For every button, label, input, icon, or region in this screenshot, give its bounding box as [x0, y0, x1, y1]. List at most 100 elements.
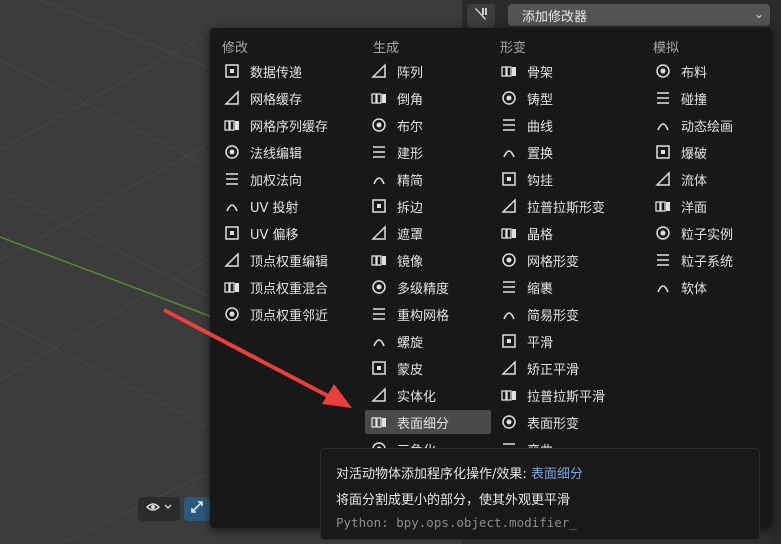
menu-item-screw[interactable]: 螺旋	[365, 329, 491, 353]
menu-item-uv-project[interactable]: UV 投射	[218, 194, 344, 218]
multires-icon	[369, 278, 389, 296]
menu-item-label: 晶格	[527, 227, 554, 243]
menu-item-normal-edit[interactable]: 法线编辑	[218, 140, 344, 164]
add-modifier-dropdown[interactable]: 添加修改器 ⌄	[508, 4, 770, 26]
column-title-deform: 形变	[500, 41, 527, 56]
menu-item-solidify[interactable]: 实体化	[365, 383, 491, 407]
corrective-smooth-icon	[499, 359, 519, 377]
menu-item-label: 加权法向	[250, 173, 303, 189]
data-transfer-icon	[222, 62, 242, 80]
menu-item-shrinkwrap[interactable]: 缩裹	[495, 275, 621, 299]
displace-icon	[499, 143, 519, 161]
vertex-weight-edit-icon	[222, 251, 242, 269]
gizmo-icon	[189, 499, 205, 519]
menu-item-particle-system[interactable]: 粒子系统	[649, 248, 775, 272]
menu-item-label: 建形	[397, 146, 424, 162]
menu-item-label: 粒子实例	[681, 227, 734, 243]
ocean-icon	[653, 197, 673, 215]
menu-item-label: 螺旋	[397, 335, 424, 351]
menu-item-smooth[interactable]: 平滑	[495, 329, 621, 353]
menu-item-edge-split[interactable]: 拆边	[365, 194, 491, 218]
menu-item-fluid[interactable]: 流体	[649, 167, 775, 191]
menu-item-label: 洋面	[681, 200, 708, 216]
menu-item-label: 顶点权重邻近	[250, 308, 329, 324]
menu-item-cloth[interactable]: 布料	[649, 59, 775, 83]
vertex-weight-proximity-icon	[222, 305, 242, 323]
menu-item-displace[interactable]: 置换	[495, 140, 621, 164]
build-icon	[369, 143, 389, 161]
tooltip: 对活动物体添加程序化操作/效果: 表面细分 将面分割成更小的部分，使其外观更平滑…	[320, 448, 760, 540]
menu-item-label: 缩裹	[527, 281, 554, 297]
menu-item-ocean[interactable]: 洋面	[649, 194, 775, 218]
menu-item-surface-deform[interactable]: 表面形变	[495, 410, 621, 434]
menu-item-uv-warp[interactable]: UV 偏移	[218, 221, 344, 245]
menu-item-lattice[interactable]: 晶格	[495, 221, 621, 245]
menu-item-label: 精简	[397, 173, 424, 189]
menu-item-subdivision-surface[interactable]: 表面细分	[365, 410, 491, 434]
particle-system-icon	[653, 251, 673, 269]
menu-item-label: 置换	[527, 146, 554, 162]
menu-item-dynamic-paint[interactable]: 动态绘画	[649, 113, 775, 137]
screw-icon	[369, 332, 389, 350]
menu-item-mesh-deform[interactable]: 网格形变	[495, 248, 621, 272]
menu-item-data-transfer[interactable]: 数据传递	[218, 59, 344, 83]
laplacian-smooth-icon	[499, 386, 519, 404]
menu-item-laplacian-smooth[interactable]: 拉普拉斯平滑	[495, 383, 621, 407]
menu-item-simple-deform[interactable]: 简易形变	[495, 302, 621, 326]
mesh-cache-icon	[222, 89, 242, 107]
array-icon	[369, 62, 389, 80]
menu-item-mask[interactable]: 遮罩	[365, 221, 491, 245]
menu-item-mirror[interactable]: 镜像	[365, 248, 491, 272]
menu-item-remesh[interactable]: 重构网格	[365, 302, 491, 326]
menu-item-particle-instance[interactable]: 粒子实例	[649, 221, 775, 245]
menu-item-decimate[interactable]: 精简	[365, 167, 491, 191]
menu-item-label: 表面形变	[527, 416, 580, 432]
menu-item-soft-body[interactable]: 软体	[649, 275, 775, 299]
menu-item-weighted-normal[interactable]: 加权法向	[218, 167, 344, 191]
menu-item-hook[interactable]: 钩挂	[495, 167, 621, 191]
y-axis-line	[0, 236, 216, 319]
menu-item-vertex-weight-mix[interactable]: 顶点权重混合	[218, 275, 344, 299]
menu-item-skin[interactable]: 蒙皮	[365, 356, 491, 380]
menu-item-armature[interactable]: 骨架	[495, 59, 621, 83]
menu-item-label: 表面细分	[397, 416, 450, 432]
gizmo-toggle[interactable]	[184, 497, 210, 521]
menu-item-label: 数据传递	[250, 65, 303, 81]
menu-item-vertex-weight-edit[interactable]: 顶点权重编辑	[218, 248, 344, 272]
menu-item-label: 阵列	[397, 65, 424, 81]
menu-item-label: 动态绘画	[681, 119, 734, 135]
smooth-icon	[499, 332, 519, 350]
menu-item-bevel[interactable]: 倒角	[365, 86, 491, 110]
menu-item-vertex-weight-proximity[interactable]: 顶点权重邻近	[218, 302, 344, 326]
menu-item-curve[interactable]: 曲线	[495, 113, 621, 137]
explode-icon	[653, 143, 673, 161]
menu-item-boolean[interactable]: 布尔	[365, 113, 491, 137]
menu-item-laplacian-deform[interactable]: 拉普拉斯形变	[495, 194, 621, 218]
menu-item-build[interactable]: 建形	[365, 140, 491, 164]
menu-item-label: 蒙皮	[397, 362, 424, 378]
menu-item-array[interactable]: 阵列	[365, 59, 491, 83]
menu-item-label: 矫正平滑	[527, 362, 580, 378]
modifier-tab-button[interactable]	[467, 4, 495, 28]
menu-item-corrective-smooth[interactable]: 矫正平滑	[495, 356, 621, 380]
mirror-icon	[369, 251, 389, 269]
menu-item-collision[interactable]: 碰撞	[649, 86, 775, 110]
laplacian-deform-icon	[499, 197, 519, 215]
menu-item-label: 骨架	[527, 65, 554, 81]
menu-item-mesh-sequence-cache[interactable]: 网格序列缓存	[218, 113, 344, 137]
menu-item-multires[interactable]: 多级精度	[365, 275, 491, 299]
remesh-icon	[369, 305, 389, 323]
menu-item-label: 布料	[681, 65, 708, 81]
menu-item-mesh-cache[interactable]: 网格缓存	[218, 86, 344, 110]
menu-item-label: 平滑	[527, 335, 554, 351]
collision-icon	[653, 89, 673, 107]
lattice-icon	[499, 224, 519, 242]
dynamic-paint-icon	[653, 116, 673, 134]
menu-item-explode[interactable]: 爆破	[649, 140, 775, 164]
menu-item-cast[interactable]: 铸型	[495, 86, 621, 110]
surface-deform-icon	[499, 413, 519, 431]
visibility-toggle[interactable]	[138, 497, 180, 521]
shrinkwrap-icon	[499, 278, 519, 296]
tooltip-prefix: 对活动物体添加程序化操作/效果:	[336, 467, 531, 482]
tooltip-title: 对活动物体添加程序化操作/效果: 表面细分	[336, 463, 583, 482]
